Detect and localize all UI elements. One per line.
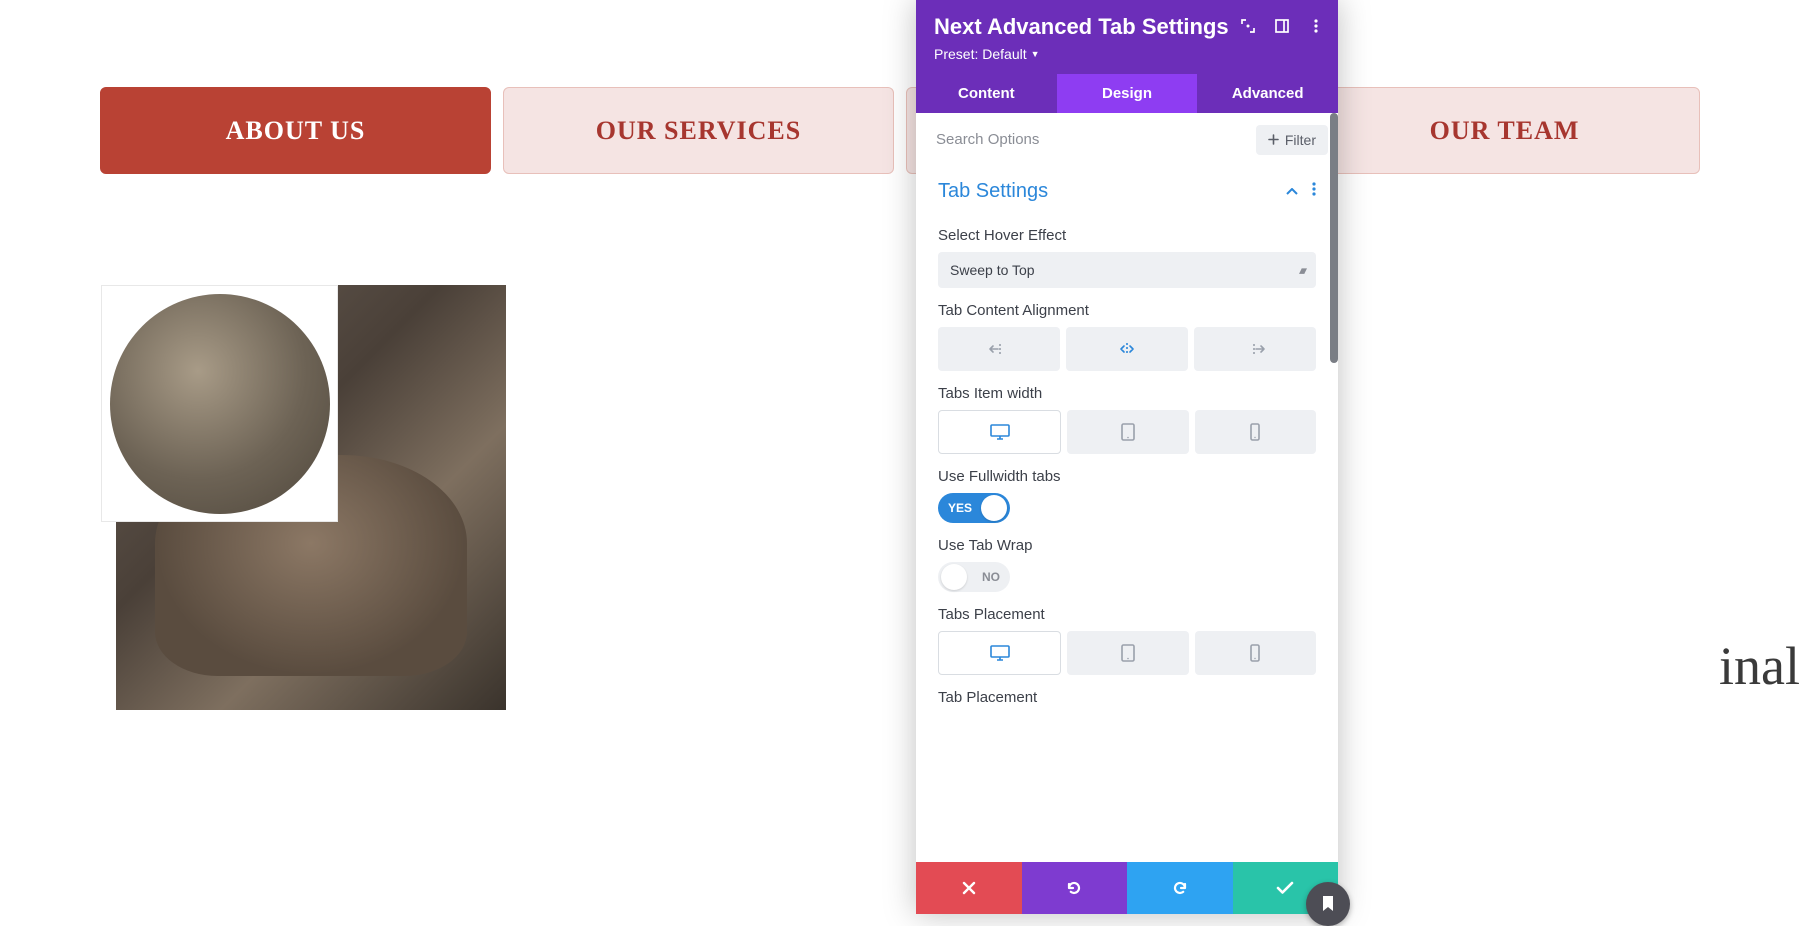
- wrap-label: Use Tab Wrap: [938, 537, 1316, 554]
- section-kebab-icon[interactable]: [1312, 182, 1316, 201]
- hover-effect-select[interactable]: Sweep to Top ▴▾: [938, 252, 1316, 288]
- header-icons: [1240, 18, 1324, 34]
- tab-content: [100, 199, 1700, 711]
- panel-header: Next Advanced Tab Settings Preset: Defau…: [916, 0, 1338, 74]
- fullwidth-toggle-text: YES: [948, 501, 972, 515]
- content-align-label: Tab Content Alignment: [938, 302, 1316, 319]
- filter-label: Filter: [1285, 132, 1316, 148]
- help-badge[interactable]: [1306, 882, 1350, 926]
- device-desktop-option[interactable]: [938, 410, 1061, 454]
- check-icon: [1276, 881, 1294, 895]
- expand-icon[interactable]: [1240, 18, 1256, 34]
- align-right-option[interactable]: [1194, 327, 1316, 371]
- panel-tabs: Content Design Advanced: [916, 74, 1338, 113]
- bookmark-icon: [1321, 895, 1335, 913]
- redo-button[interactable]: [1127, 862, 1233, 914]
- panel-tab-design[interactable]: Design: [1057, 74, 1198, 113]
- content-align-options: [938, 327, 1316, 371]
- item-width-label: Tabs Item width: [938, 385, 1316, 402]
- device-tablet-option[interactable]: [1067, 410, 1188, 454]
- background-heading-fragment: inal: [1719, 635, 1800, 697]
- tabs-placement-label: Tabs Placement: [938, 606, 1316, 623]
- preset-dropdown[interactable]: Preset: Default ▼: [934, 46, 1320, 62]
- align-left-option[interactable]: [938, 327, 1060, 371]
- hover-effect-value: Sweep to Top: [950, 262, 1035, 278]
- page-tabs: ABOUT US OUR SERVICES TRUSTED US OUR TEA…: [100, 87, 1700, 174]
- close-icon: [962, 881, 976, 895]
- toggle-knob: [941, 564, 967, 590]
- fullwidth-label: Use Fullwidth tabs: [938, 468, 1316, 485]
- search-input[interactable]: [926, 123, 1248, 156]
- settings-panel: Next Advanced Tab Settings Preset: Defau…: [916, 0, 1338, 914]
- device-desktop-option-2[interactable]: [938, 631, 1061, 675]
- section-controls: [1286, 182, 1316, 201]
- close-button[interactable]: [916, 862, 1022, 914]
- caret-down-icon: ▼: [1031, 49, 1040, 59]
- tab-placement-label: Tab Placement: [938, 689, 1316, 706]
- align-center-option[interactable]: [1066, 327, 1188, 371]
- image-group: [101, 285, 605, 710]
- plus-icon: [1268, 134, 1279, 145]
- undo-button[interactable]: [1022, 862, 1128, 914]
- fullwidth-toggle[interactable]: YES: [938, 493, 1010, 523]
- snap-icon[interactable]: [1274, 18, 1290, 34]
- page-preview: ABOUT US OUR SERVICES TRUSTED US OUR TEA…: [0, 0, 1800, 914]
- preset-label: Preset: Default: [934, 46, 1027, 62]
- device-phone-option-2[interactable]: [1195, 631, 1316, 675]
- undo-icon: [1065, 879, 1083, 897]
- item-width-options: [938, 410, 1316, 454]
- tab-our-team[interactable]: OUR TEAM: [1309, 87, 1700, 174]
- redo-icon: [1171, 879, 1189, 897]
- search-row: Filter: [916, 113, 1338, 166]
- panel-tab-advanced[interactable]: Advanced: [1197, 74, 1338, 113]
- section-header: Tab Settings: [938, 166, 1316, 213]
- collapse-icon[interactable]: [1286, 183, 1298, 201]
- device-tablet-option-2[interactable]: [1067, 631, 1188, 675]
- panel-tab-content[interactable]: Content: [916, 74, 1057, 113]
- wrap-toggle-text: NO: [982, 570, 1000, 584]
- filter-button[interactable]: Filter: [1256, 125, 1328, 155]
- scrollbar[interactable]: [1330, 113, 1338, 363]
- panel-body: Tab Settings Select Hover Effect Sweep t…: [916, 166, 1338, 862]
- tab-our-services[interactable]: OUR SERVICES: [503, 87, 894, 174]
- kebab-icon[interactable]: [1308, 18, 1324, 34]
- section-title[interactable]: Tab Settings: [938, 180, 1048, 203]
- tab-about-us[interactable]: ABOUT US: [100, 87, 491, 174]
- circle-image: [101, 285, 338, 522]
- toggle-knob: [981, 495, 1007, 521]
- tabs-placement-options: [938, 631, 1316, 675]
- select-caret-icon: ▴▾: [1299, 264, 1304, 277]
- panel-footer: [916, 862, 1338, 914]
- hover-effect-label: Select Hover Effect: [938, 227, 1316, 244]
- wrap-toggle[interactable]: NO: [938, 562, 1010, 592]
- device-phone-option[interactable]: [1195, 410, 1316, 454]
